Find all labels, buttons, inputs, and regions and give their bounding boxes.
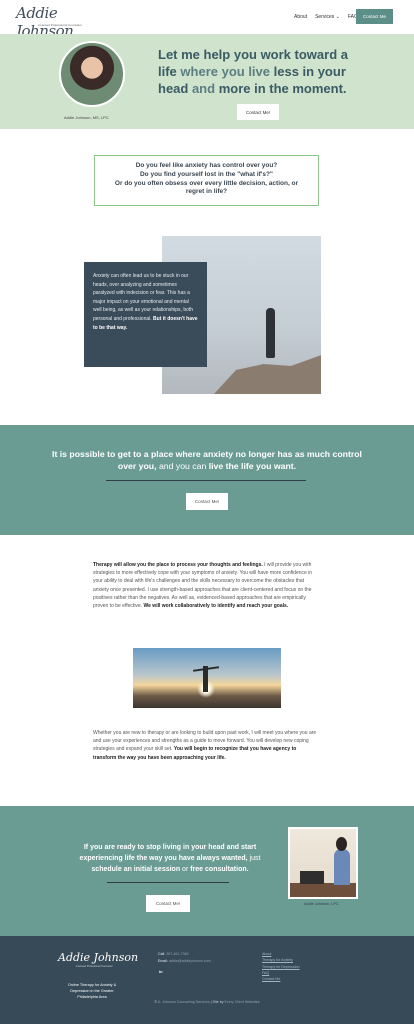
footer-link-contact[interactable]: Contact Me <box>262 976 300 982</box>
hero-l3c: more in the moment. <box>218 81 347 96</box>
site-logo[interactable]: Addie Johnson Licensed Professional Coun… <box>16 4 96 40</box>
anxiety-question-box: Do you feel like anxiety has control ove… <box>94 155 319 206</box>
hero-l3a: head <box>158 81 189 96</box>
logo-subtitle: Licensed Professional Counselor <box>38 23 82 27</box>
therapist-avatar <box>59 41 125 107</box>
footer-tagline: Online Therapy for Anxiety & Depression … <box>67 983 117 999</box>
hero-contact-button[interactable]: Contact Me! <box>237 104 279 120</box>
therapist-photo <box>288 827 358 899</box>
standing-person <box>266 308 275 358</box>
question-line-4: regret in life? <box>185 188 228 196</box>
therapist-head <box>336 837 347 851</box>
footer-contact: Call: 267-461-7360 Email: addie@addiejoh… <box>158 951 211 964</box>
footer-link-depression[interactable]: Therapy for Depression <box>262 964 300 970</box>
band2-a: If you are ready to stop living in your … <box>79 844 257 862</box>
desk <box>290 883 356 897</box>
linkedin-icon[interactable]: in <box>159 969 163 974</box>
footer-links: About Therapy for Anxiety Therapy for De… <box>262 951 300 982</box>
email-label: Email: <box>158 958 168 963</box>
band2-contact-button[interactable]: Contact Me! <box>146 895 190 912</box>
hero-section: Addie Johnson, MS, LPC Let me help you w… <box>0 34 414 129</box>
footer-logo-subtitle: Licensed Professional Counselor <box>76 965 113 968</box>
band1-c: live the life you want. <box>208 461 297 471</box>
chevron-down-icon: ⌄ <box>335 14 340 20</box>
possibility-text: It is possible to get to a place where a… <box>48 448 366 472</box>
para1-end: We will work collaboratively to identify… <box>143 603 289 610</box>
email-value[interactable]: addie@addiejohnson.com <box>169 959 211 963</box>
band2-d: or <box>180 865 191 873</box>
laptop <box>300 871 324 884</box>
sunset-image <box>133 648 281 708</box>
hero-l3b: and <box>188 81 219 96</box>
question-line-2: Do you find yourself lost in the "what i… <box>139 170 274 178</box>
copy-credit-link[interactable]: Every Client Websites <box>225 1000 260 1004</box>
cta-text: If you are ready to stop living in your … <box>70 843 270 875</box>
divider <box>106 480 306 481</box>
cliff-rock <box>214 354 321 394</box>
anxiety-description-box: Anxiety can often lead us to be stuck in… <box>84 262 207 367</box>
therapist-figure <box>334 849 350 885</box>
band1-b: and you can <box>156 461 209 471</box>
hero-l1: Let me help you work toward a <box>158 47 348 62</box>
site-header: Addie Johnson Licensed Professional Coun… <box>0 0 414 40</box>
copyright: © A. Johnson Counseling Services | Site … <box>0 1000 414 1004</box>
nav-services-label: Services <box>315 14 335 20</box>
para1-body: I will provide you with strategies to mo… <box>93 562 313 610</box>
nav-services[interactable]: Services ⌄ <box>315 14 340 20</box>
avatar-caption: Addie Johnson, MS, LPC <box>64 115 109 120</box>
hero-headline: Let me help you work toward a life where… <box>158 46 370 97</box>
hero-l2a: life <box>158 64 177 79</box>
band2-c: schedule an initial session <box>91 865 181 873</box>
header-contact-button[interactable]: Contact Me <box>356 9 393 24</box>
overlay-text: Anxiety can often lead us to be stuck in… <box>93 273 194 322</box>
question-line-1: Do you feel like anxiety has control ove… <box>135 162 278 169</box>
call-value[interactable]: 267-461-7360 <box>166 952 188 956</box>
site-footer: Addie Johnson Licensed Professional Coun… <box>0 936 414 1024</box>
possibility-band: It is possible to get to a place where a… <box>0 425 414 535</box>
band2-b: just <box>247 854 261 862</box>
copy-c: | Site by <box>209 1000 225 1004</box>
para1-lead: Therapy will allow you the place to proc… <box>93 562 263 568</box>
divider <box>107 882 229 883</box>
nav-about[interactable]: About <box>294 14 307 20</box>
cta-band: If you are ready to stop living in your … <box>0 806 414 936</box>
main-nav: About Services ⌄ FAQs <box>294 14 360 20</box>
copy-company-link[interactable]: A. Johnson Counseling Services <box>158 1000 210 1004</box>
hero-l2c: less in your <box>273 64 346 79</box>
photo-caption: Addie Johnson, LPC <box>304 902 339 906</box>
call-label: Call: <box>158 952 166 956</box>
footer-logo[interactable]: Addie Johnson <box>58 951 138 964</box>
band2-e: free consultation. <box>190 865 249 873</box>
therapy-paragraph: Therapy will allow you the place to proc… <box>93 561 321 610</box>
hero-l2b: where you live <box>176 64 274 79</box>
question-line-3: Or do you often obsess over every little… <box>114 179 299 187</box>
band1-contact-button[interactable]: Contact Me! <box>186 493 228 510</box>
approach-paragraph: Whether you are new to therapy or are lo… <box>93 729 321 762</box>
